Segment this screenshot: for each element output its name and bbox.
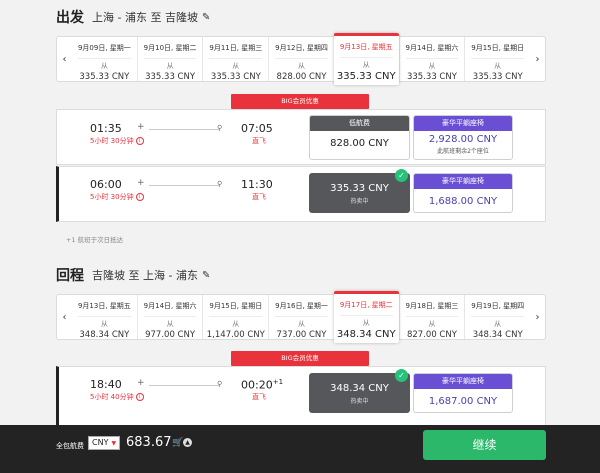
flight-card: 01:35 5小时 30分钟 i + ⚲ 07:05 直飞 低航费 828.00 …: [56, 109, 546, 165]
footer-bar: 全包航费 CNY ▼ 683.67 🛒 ▲ 继续: [0, 425, 600, 473]
route-line: [149, 185, 219, 186]
currency-select[interactable]: CNY ▼: [88, 436, 120, 450]
flight-type: 直飞: [252, 193, 266, 201]
flight-duration: 5小时 30分钟 i: [90, 136, 144, 146]
plane-icon: +: [137, 122, 145, 132]
luxury-fare[interactable]: 豪华平躺座椅 1,688.00 CNY: [413, 173, 513, 213]
economy-fare[interactable]: 低航费 828.00 CNY: [309, 115, 410, 160]
chevron-right-icon[interactable]: ›: [530, 295, 545, 339]
arrival-time: 11:30: [241, 178, 273, 191]
return-title: 回程: [56, 268, 84, 284]
return-route: 吉隆坡 至 上海 - 浦东: [92, 269, 198, 282]
chevron-right-icon[interactable]: ›: [530, 37, 545, 81]
outbound-date-bar: ‹ 9月09日, 星期一从 335.33 CNY 9月10日, 星期二从 335.3…: [56, 33, 546, 85]
next-day-note: +1 航班于次日抵达: [66, 236, 124, 244]
arrival-time: 00:20+1: [241, 378, 284, 392]
plane-icon: +: [137, 178, 145, 188]
pin-icon: ⚲: [217, 124, 223, 132]
pin-icon: ⚲: [217, 180, 223, 188]
chevron-up-icon[interactable]: ▲: [183, 438, 192, 447]
date-cell[interactable]: 9月11日, 星期三从 335.33 CNY: [202, 37, 268, 82]
flight-type: 直飞: [252, 137, 266, 145]
info-icon: i: [135, 393, 144, 401]
date-cell[interactable]: 9月15日, 星期日从 1,147.00 CNY: [202, 295, 268, 340]
caret-down-icon: ▼: [111, 440, 117, 447]
outbound-title: 出发: [56, 10, 84, 26]
continue-button[interactable]: 继续: [423, 430, 546, 460]
outbound-route: 上海 - 浦东 至 吉隆坡: [92, 11, 198, 24]
total-price: 683.67: [126, 435, 172, 450]
chevron-left-icon[interactable]: ‹: [57, 37, 72, 81]
date-cell[interactable]: 9月14日, 星期六从 977.00 CNY: [136, 295, 203, 340]
date-cell[interactable]: 9月10日, 星期二从 335.33 CNY: [136, 37, 203, 82]
info-icon: i: [135, 193, 144, 201]
departure-time: 06:00: [90, 178, 122, 191]
edit-pencil-icon[interactable]: ✎: [202, 270, 210, 281]
cart-icon[interactable]: 🛒: [172, 438, 183, 448]
date-cell[interactable]: 9月12日, 星期四从 828.00 CNY: [268, 37, 334, 82]
luxury-fare[interactable]: 豪华平躺座椅 2,928.00 CNY 此航班剩余2个座位: [413, 115, 513, 160]
return-header: 回程 吉隆坡 至 上海 - 浦东 ✎: [56, 264, 210, 286]
date-cell[interactable]: 9月18日, 星期三从 827.00 CNY: [398, 295, 465, 340]
luxury-fare[interactable]: 豪华平躺座椅 1,687.00 CNY: [413, 373, 513, 413]
big-member-tag: BIG会员优惠: [231, 351, 369, 366]
chevron-left-icon[interactable]: ‹: [57, 295, 72, 339]
date-cell-selected[interactable]: 9月13日, 星期五从 335.33 CNY: [333, 33, 399, 85]
total-label: 全包航费: [56, 442, 84, 450]
flight-duration: 5小时 40分钟 i: [90, 392, 144, 402]
arrival-time: 07:05: [241, 122, 273, 135]
date-cell[interactable]: 9月14日, 星期六从 335.33 CNY: [398, 37, 465, 82]
check-icon: ✓: [395, 369, 408, 382]
route-line: [149, 385, 219, 386]
plane-icon: +: [137, 378, 145, 388]
flight-duration: 5小时 30分钟 i: [90, 192, 144, 202]
return-date-bar: ‹ 9月13日, 星期五从 348.34 CNY 9月14日, 星期六从 977.0…: [56, 291, 546, 343]
date-cell[interactable]: 9月09日, 星期一从 335.33 CNY: [72, 37, 137, 82]
pin-icon: ⚲: [217, 380, 223, 388]
info-icon: i: [135, 137, 144, 145]
date-cell[interactable]: 9月16日, 星期一从 737.00 CNY: [268, 295, 334, 340]
departure-time: 18:40: [90, 378, 122, 391]
big-member-tag: BIG会员优惠: [231, 94, 369, 109]
date-cell[interactable]: 9月15日, 星期日从 335.33 CNY: [464, 37, 530, 82]
outbound-header: 出发 上海 - 浦东 至 吉隆坡 ✎: [56, 6, 210, 28]
date-cell[interactable]: 9月19日, 星期四从 348.34 CNY: [464, 295, 530, 340]
economy-fare-selected[interactable]: 348.34 CNY 热卖中: [309, 373, 410, 413]
date-cell[interactable]: 9月13日, 星期五从 348.34 CNY: [72, 295, 137, 340]
flight-type: 直飞: [252, 393, 266, 401]
economy-fare-selected[interactable]: 335.33 CNY 热卖中: [309, 173, 410, 213]
edit-pencil-icon[interactable]: ✎: [202, 12, 210, 23]
route-line: [149, 129, 219, 130]
flight-card-selected: 18:40 5小时 40分钟 i + ⚲ 00:20+1 直飞 348.34 CN…: [56, 366, 546, 425]
flight-card-selected: 06:00 5小时 30分钟 i + ⚲ 11:30 直飞 335.33 CNY …: [56, 166, 546, 222]
check-icon: ✓: [395, 169, 408, 182]
date-cell-selected[interactable]: 9月17日, 星期二从 348.34 CNY: [333, 291, 399, 343]
departure-time: 01:35: [90, 122, 122, 135]
